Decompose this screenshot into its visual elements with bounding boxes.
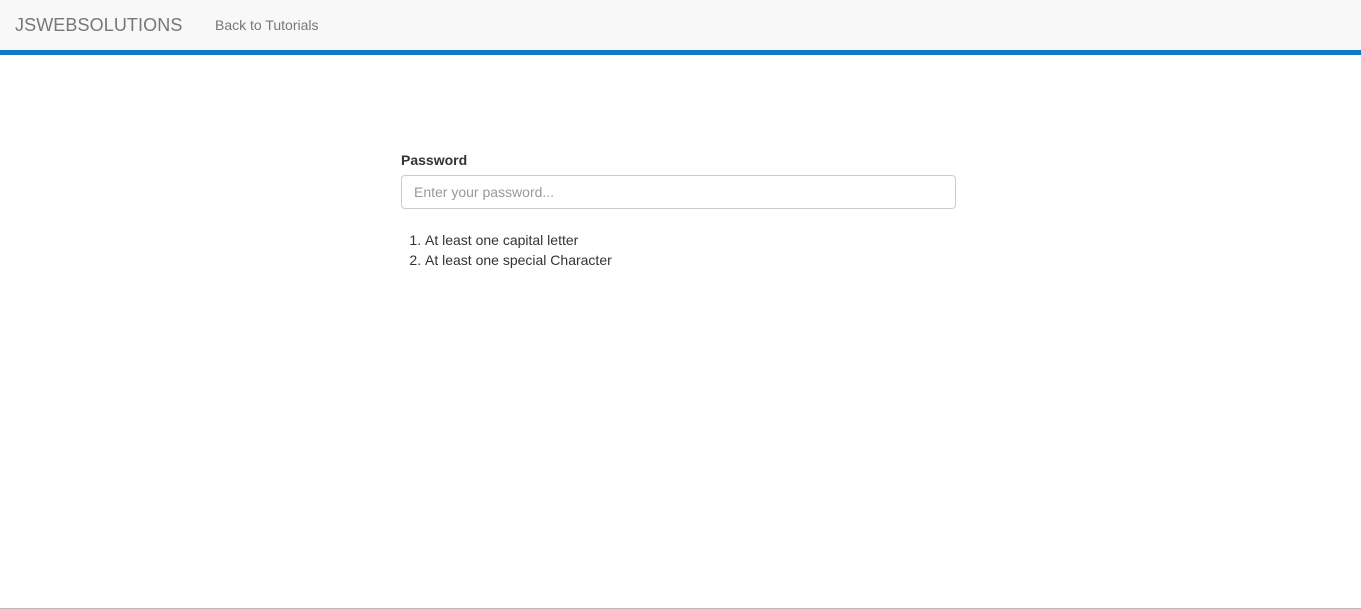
top-navbar: JSWEBSOLUTIONS Back to Tutorials [0, 0, 1361, 55]
back-to-tutorials-link[interactable]: Back to Tutorials [215, 16, 319, 34]
password-label: Password [401, 152, 468, 168]
rule-special-character: At least one special Character [425, 250, 956, 270]
brand-link[interactable]: JSWEBSOLUTIONS [15, 14, 182, 36]
password-form: Password At least one capital letter At … [401, 151, 956, 270]
page: JSWEBSOLUTIONS Back to Tutorials Passwor… [0, 0, 1361, 609]
rule-capital-letter: At least one capital letter [425, 230, 956, 250]
password-rules-list: At least one capital letter At least one… [401, 230, 956, 270]
password-input[interactable] [401, 175, 956, 209]
